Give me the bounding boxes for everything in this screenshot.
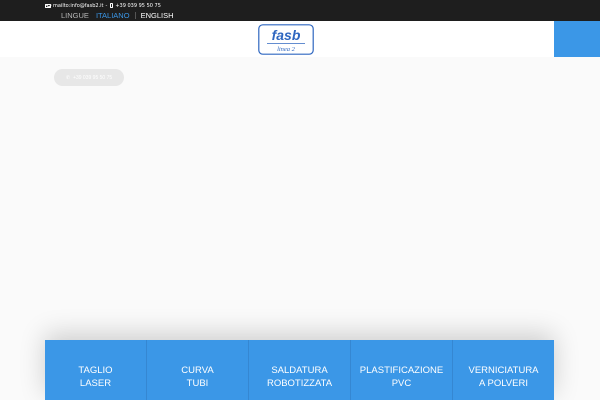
service-subtitle: TUBI: [186, 378, 209, 389]
service-plastificazione-pvc[interactable]: PLASTIFICAZIONE PVC: [351, 340, 453, 400]
hero-phone-label: +39 039 95 50 75: [73, 74, 113, 81]
envelope-icon: [45, 3, 51, 8]
hero-phone-button[interactable]: ✆ +39 039 95 50 75: [54, 69, 124, 86]
logo-subtitle: linea 2: [277, 46, 296, 53]
fasb-logo[interactable]: fasb linea 2: [258, 24, 314, 55]
service-subtitle: PVC: [391, 378, 412, 389]
service-saldatura-robotizzata[interactable]: SALDATURA ROBOTIZZATA: [249, 340, 351, 400]
language-divider: [134, 12, 136, 19]
phone-icon: ✆: [65, 74, 71, 81]
service-curva-tubi[interactable]: CURVA TUBI: [147, 340, 249, 400]
menu-button[interactable]: [554, 21, 600, 57]
languages-label: LINGUE: [61, 11, 89, 20]
service-title: SALDATURA: [271, 365, 328, 376]
service-subtitle: LASER: [79, 378, 112, 389]
contact-separator: -: [105, 2, 108, 9]
language-english[interactable]: ENGLISH: [141, 11, 174, 20]
service-verniciatura-polveri[interactable]: VERNICIATURA A POLVERI: [453, 340, 554, 400]
top-bar: mailto:info@fasb2.it - +39 039 95 50 75 …: [0, 0, 600, 21]
service-title: TAGLIO: [78, 365, 113, 376]
service-subtitle: A POLVERI: [479, 378, 528, 389]
mobile-phone-icon: [110, 3, 114, 8]
service-title: PLASTIFICAZIONE: [359, 365, 444, 376]
site-header: fasb linea 2: [0, 21, 600, 57]
service-taglio-laser[interactable]: TAGLIO LASER: [45, 340, 147, 400]
contact-info: mailto:info@fasb2.it - +39 039 95 50 75: [45, 1, 161, 10]
service-title: CURVA: [181, 365, 214, 376]
service-title: VERNICIATURA: [468, 365, 539, 376]
services-bar: TAGLIO LASER CURVA TUBI SALDATURA ROBOTI…: [45, 340, 554, 400]
language-italiano[interactable]: ITALIANO: [96, 11, 130, 20]
language-switcher: LINGUE ITALIANO ENGLISH: [61, 11, 174, 20]
service-subtitle: ROBOTIZZATA: [266, 378, 333, 389]
phone-link[interactable]: +39 039 95 50 75: [115, 3, 161, 9]
logo-wordmark: fasb: [272, 27, 301, 43]
email-link[interactable]: mailto:info@fasb2.it: [53, 3, 104, 9]
